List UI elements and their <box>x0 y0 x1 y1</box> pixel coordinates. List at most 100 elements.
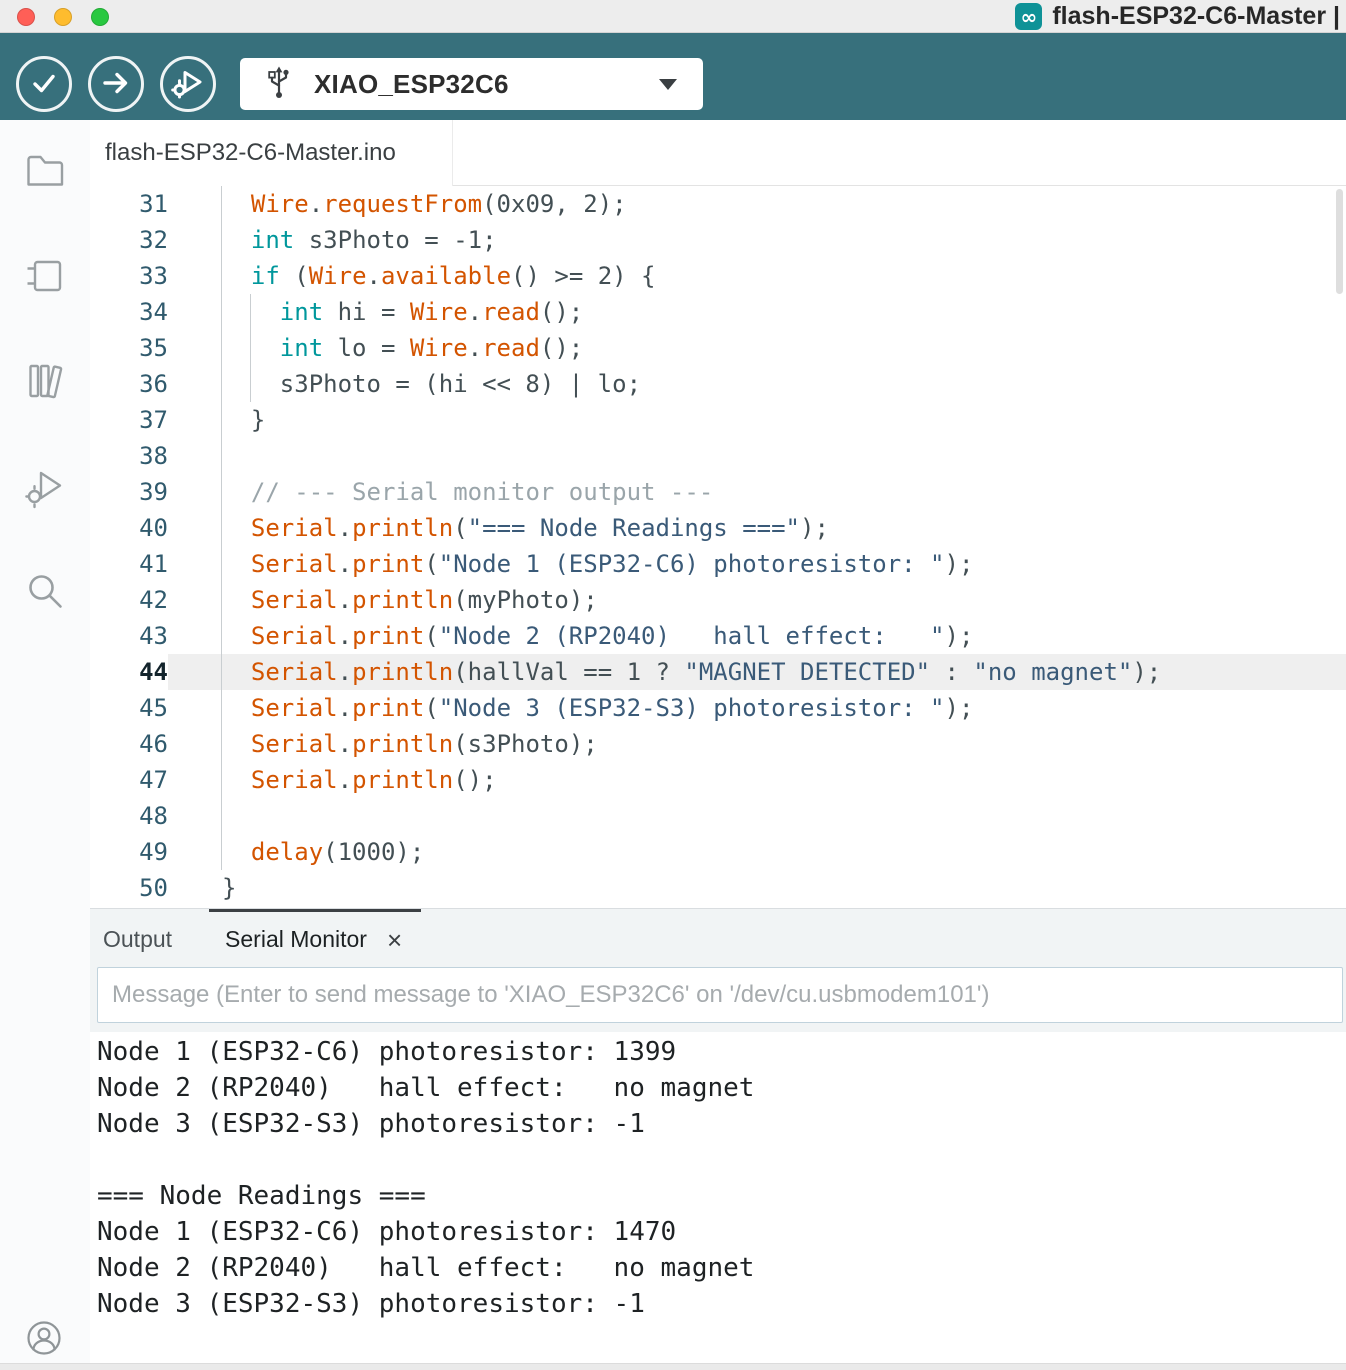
right-arrow-icon <box>100 67 132 102</box>
folder-icon <box>22 155 68 197</box>
line-number: 42 <box>139 586 168 614</box>
line-number: 49 <box>139 838 168 866</box>
infinity-glyph: ∞ <box>1020 4 1038 29</box>
code-line[interactable]: 31 Wire.requestFrom(0x09, 2); <box>90 186 1346 222</box>
code-line[interactable]: 48 <box>90 798 1346 834</box>
line-number: 45 <box>139 694 168 722</box>
line-number: 31 <box>139 190 168 218</box>
minimize-window-button[interactable] <box>54 8 72 26</box>
sidebar-item-boards-manager[interactable] <box>22 253 68 299</box>
debug-play-gear-icon <box>171 67 205 102</box>
code-text: Serial.println(hallVal == 1 ? "MAGNET DE… <box>168 654 1346 690</box>
code-line[interactable]: 45 Serial.print("Node 3 (ESP32-S3) photo… <box>90 690 1346 726</box>
serial-line: Node 3 (ESP32-S3) photoresistor: -1 <box>97 1109 645 1139</box>
profile-button[interactable] <box>24 1318 64 1358</box>
window-bottom-edge <box>0 1363 1346 1370</box>
code-line[interactable]: 41 Serial.print("Node 1 (ESP32-C6) photo… <box>90 546 1346 582</box>
code-text: // --- Serial monitor output --- <box>250 478 714 506</box>
code-text: } <box>222 406 266 434</box>
code-text: Serial.println(s3Photo); <box>250 730 598 758</box>
code-line[interactable]: 46 Serial.println(s3Photo); <box>90 726 1346 762</box>
code-text: int hi = Wire.read(); <box>279 298 584 326</box>
activity-bar <box>0 120 90 1370</box>
code-text: s3Photo = (hi << 8) | lo; <box>222 370 642 398</box>
check-icon <box>28 67 60 102</box>
close-window-button[interactable] <box>17 8 35 26</box>
code-line[interactable]: 35 int lo = Wire.read(); <box>90 330 1346 366</box>
bottom-panel-header: Output Serial Monitor × <box>90 908 1346 1032</box>
toolbar: XIAO_ESP32C6 <box>0 33 1346 120</box>
debug-icon <box>22 471 68 512</box>
board-selector-value: XIAO_ESP32C6 <box>314 68 509 99</box>
line-number: 40 <box>139 514 168 542</box>
serial-monitor-tab-label: Serial Monitor <box>225 926 367 952</box>
upload-button[interactable] <box>88 56 144 112</box>
code-lines: 31 Wire.requestFrom(0x09, 2); 32 int s3Ph… <box>90 186 1346 906</box>
code-line[interactable]: 42 Serial.println(myPhoto); <box>90 582 1346 618</box>
line-number: 48 <box>139 802 168 830</box>
titlebar: ∞ flash-ESP32-C6-Master | <box>0 0 1346 33</box>
tab-output[interactable]: Output <box>90 909 185 967</box>
code-line[interactable]: 39 // --- Serial monitor output --- <box>90 474 1346 510</box>
code-text: int s3Photo = -1; <box>250 226 497 254</box>
code-line[interactable]: 43 Serial.print("Node 2 (RP2040) hall ef… <box>90 618 1346 654</box>
code-line[interactable]: 36 s3Photo = (hi << 8) | lo; <box>90 366 1346 402</box>
output-tab-label: Output <box>103 926 173 952</box>
code-line[interactable]: 40 Serial.println("=== Node Readings ===… <box>90 510 1346 546</box>
serial-message-input[interactable] <box>97 967 1343 1023</box>
line-number: 38 <box>139 442 168 470</box>
line-number: 50 <box>139 874 168 902</box>
search-icon <box>22 575 68 617</box>
code-text: } <box>222 874 237 902</box>
sidebar-item-library-manager[interactable] <box>22 358 68 404</box>
code-text: Serial.print("Node 1 (ESP32-C6) photores… <box>250 550 974 578</box>
code-line[interactable]: 38 <box>90 438 1346 474</box>
window-title-group: ∞ flash-ESP32-C6-Master | <box>1015 2 1340 30</box>
code-line[interactable]: 50} <box>90 870 1346 906</box>
code-line[interactable]: 32 int s3Photo = -1; <box>90 222 1346 258</box>
line-number: 46 <box>139 730 168 758</box>
board-selector[interactable]: XIAO_ESP32C6 <box>240 58 703 110</box>
editor-tabstrip: flash-ESP32-C6-Master.ino <box>90 120 1346 186</box>
line-number: 43 <box>139 622 168 650</box>
code-editor[interactable]: 31 Wire.requestFrom(0x09, 2); 32 int s3Ph… <box>90 186 1346 908</box>
line-number: 36 <box>139 370 168 398</box>
chip-icon <box>22 260 68 302</box>
line-number: 39 <box>139 478 168 506</box>
code-text: Serial.println(); <box>250 766 497 794</box>
arduino-logo-icon: ∞ <box>1015 3 1043 30</box>
tab-serial-monitor[interactable]: Serial Monitor × <box>209 909 422 967</box>
serial-line: Node 1 (ESP32-C6) photoresistor: 1470 <box>97 1217 677 1247</box>
close-icon[interactable]: × <box>387 927 402 953</box>
serial-line: Node 3 (ESP32-S3) photoresistor: -1 <box>97 1289 645 1319</box>
line-number: 47 <box>139 766 168 794</box>
debug-button[interactable] <box>160 56 216 112</box>
code-line[interactable]: 33 if (Wire.available() >= 2) { <box>90 258 1346 294</box>
serial-line: Node 2 (RP2040) hall effect: no magnet <box>97 1073 755 1103</box>
zoom-window-button[interactable] <box>91 8 109 26</box>
verify-button[interactable] <box>16 56 72 112</box>
window-title: flash-ESP32-C6-Master | <box>1052 2 1340 30</box>
serial-line: Node 2 (RP2040) hall effect: no magnet <box>97 1253 755 1283</box>
chevron-down-icon <box>659 78 677 90</box>
person-icon <box>24 1321 64 1361</box>
code-text: Serial.println(myPhoto); <box>250 586 598 614</box>
sidebar-item-search[interactable] <box>22 568 68 614</box>
editor-scrollbar[interactable] <box>1336 189 1343 294</box>
code-line[interactable]: 49 delay(1000); <box>90 834 1346 870</box>
tab-flash-esp32-c6-master-ino[interactable]: flash-ESP32-C6-Master.ino <box>90 120 453 186</box>
sidebar-item-debug[interactable] <box>22 463 68 509</box>
serial-line: Node 1 (ESP32-C6) photoresistor: 1399 <box>97 1037 677 1067</box>
code-line[interactable]: 44 Serial.println(hallVal == 1 ? "MAGNET… <box>90 654 1346 690</box>
code-line[interactable]: 47 Serial.println(); <box>90 762 1346 798</box>
line-number: 44 <box>139 658 168 686</box>
line-number: 41 <box>139 550 168 578</box>
code-line[interactable]: 37 } <box>90 402 1346 438</box>
serial-line <box>97 1142 1346 1178</box>
code-line[interactable]: 34 int hi = Wire.read(); <box>90 294 1346 330</box>
sidebar-item-sketchbook[interactable] <box>22 148 68 194</box>
code-text: Wire.requestFrom(0x09, 2); <box>250 190 627 218</box>
usb-icon <box>266 65 292 104</box>
